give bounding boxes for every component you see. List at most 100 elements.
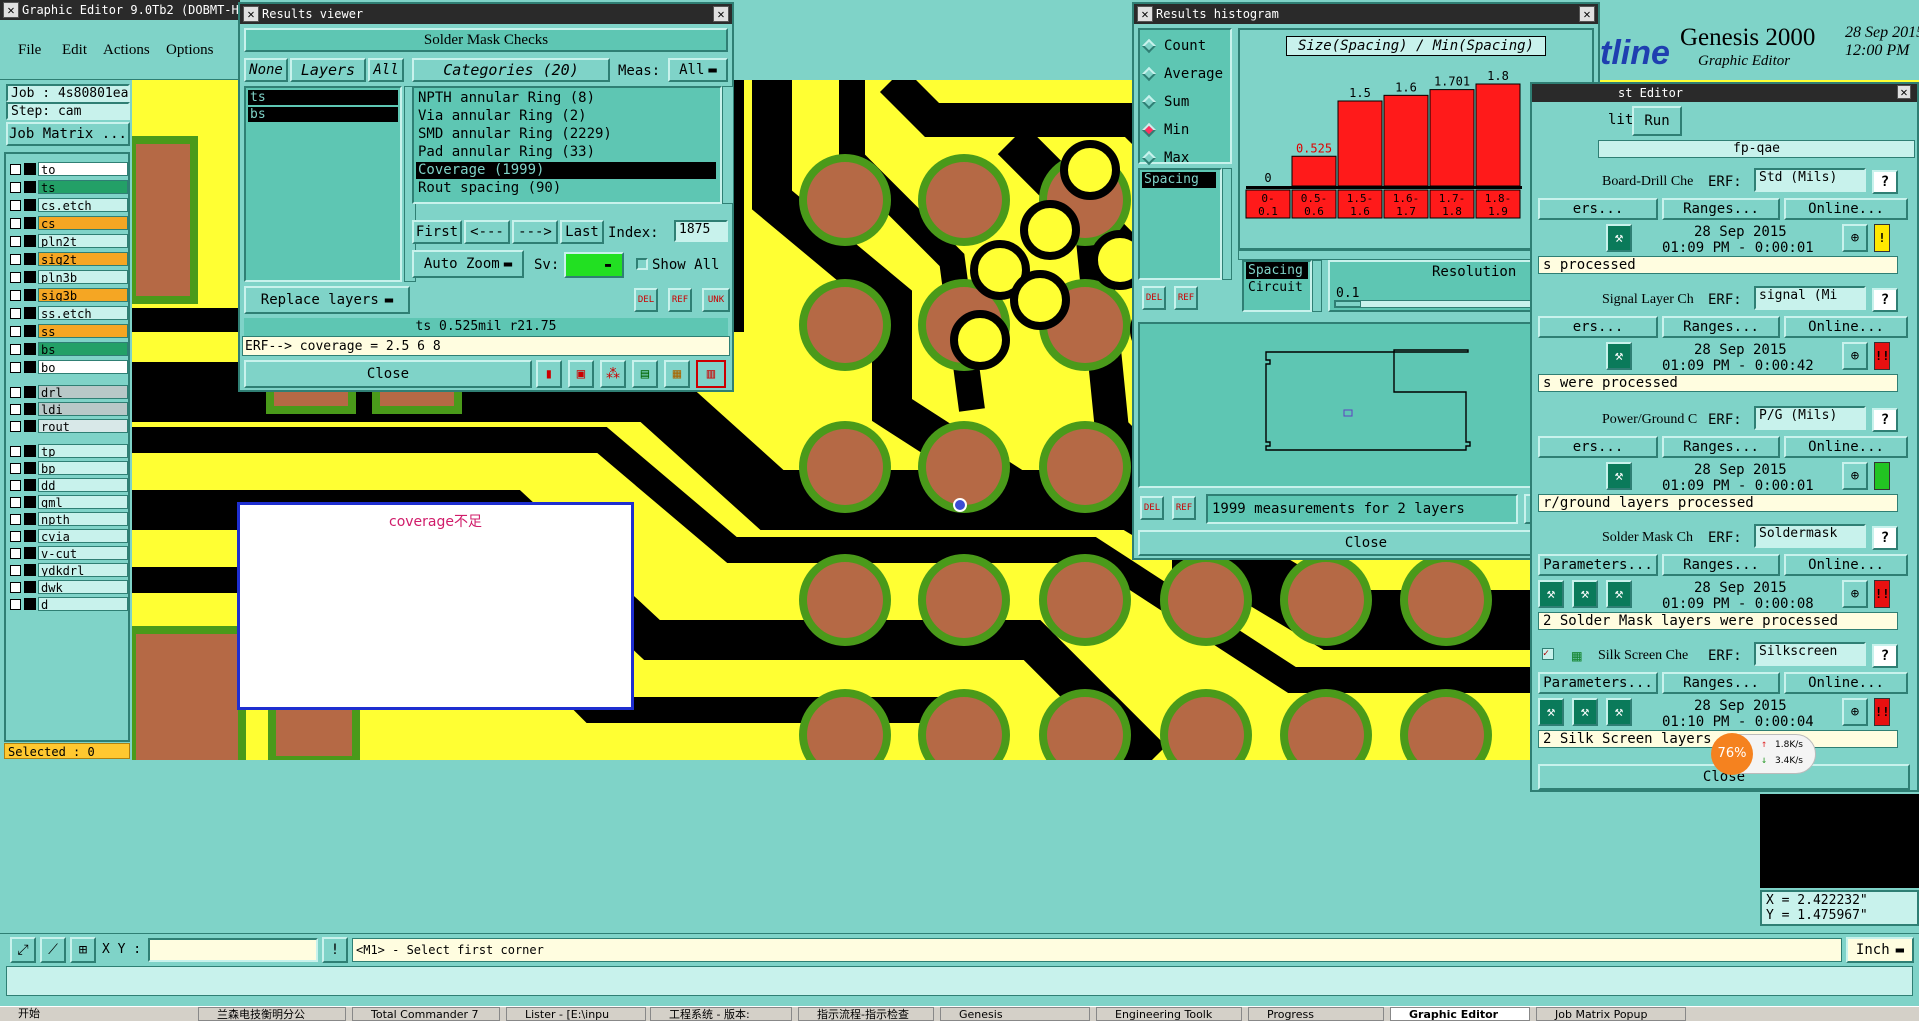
layer-checkbox[interactable] (10, 581, 21, 593)
layer-row-rout[interactable]: rout (10, 419, 128, 433)
layer-name[interactable]: dd (38, 478, 128, 492)
ranges-button[interactable]: Ranges... (1662, 198, 1780, 220)
histogram-bar[interactable] (1383, 94, 1429, 187)
layer-checkbox[interactable] (10, 163, 21, 175)
layer-row-ss[interactable]: ss (10, 324, 128, 338)
menu-options[interactable]: Options (166, 42, 214, 59)
layer-checkbox[interactable] (10, 420, 21, 432)
layer-name[interactable]: gml (38, 495, 128, 509)
checklist-run-button[interactable]: Run (1632, 106, 1682, 136)
layer-name[interactable]: tp (38, 444, 128, 458)
layer-checkbox[interactable] (10, 403, 21, 415)
taskbar-item[interactable]: 工程系统 - 版本: (650, 1007, 792, 1021)
layer-checkbox[interactable] (10, 462, 21, 474)
check-name[interactable]: Power/Ground C (1602, 412, 1697, 428)
type-list-scrollbar[interactable] (1312, 260, 1322, 312)
run-check-icon[interactable]: ⚒ (1572, 698, 1598, 726)
stat-option-count[interactable]: Count (1141, 36, 1206, 56)
layer-name[interactable]: ydkdrl (38, 563, 128, 577)
window-menu-icon[interactable]: ✕ (1137, 6, 1153, 22)
zoom-in-icon[interactable]: ⊕ (1842, 580, 1868, 608)
layer-row-pln3b[interactable]: pln3b (10, 270, 128, 284)
layer-row-ldi[interactable]: ldi (10, 402, 128, 416)
help-button[interactable]: ? (1872, 644, 1898, 668)
ranges-button[interactable]: Ranges... (1662, 554, 1780, 576)
replace-layers-select[interactable]: Replace layers ▬ (244, 286, 410, 314)
layer-checkbox[interactable] (10, 361, 21, 373)
layer-row-ts[interactable]: ts (10, 180, 128, 194)
category-item[interactable]: Coverage (1999) (416, 162, 716, 179)
taskbar-item[interactable]: 兰森电技衡明分公 (198, 1007, 346, 1021)
erf-field[interactable]: Std (Mils) (1754, 168, 1866, 192)
layer-checkbox[interactable] (10, 181, 21, 193)
layer-checkbox[interactable] (10, 253, 21, 265)
layer-row-cs[interactable]: cs (10, 216, 128, 230)
radio-icon[interactable] (1141, 150, 1157, 166)
run-check-icon[interactable]: ⚒ (1538, 580, 1564, 608)
taskbar-item[interactable]: Job Matrix Popup (1536, 1007, 1686, 1021)
rv-layer-list[interactable]: ts bs (244, 86, 402, 282)
layer-checkbox[interactable] (10, 547, 21, 559)
erf-field[interactable]: P/G (Mils) (1754, 406, 1866, 430)
layer-name[interactable]: d (38, 597, 128, 611)
stat-option-average[interactable]: Average (1141, 64, 1223, 84)
taskbar-item[interactable]: Lister - [E:\inpu (506, 1007, 646, 1021)
zoom-fit-icon[interactable]: ⤢ (10, 937, 36, 963)
erf-field[interactable]: Soldermask (1754, 524, 1866, 548)
layer-name[interactable]: pln3b (38, 270, 128, 284)
taskbar-item[interactable]: 指示流程-指示检查 (798, 1007, 934, 1021)
layer-checkbox[interactable] (10, 445, 21, 457)
layer-checkbox[interactable] (10, 496, 21, 508)
hist-del-button[interactable]: DEL (1142, 286, 1166, 310)
layer-name[interactable]: sig3b (38, 288, 128, 302)
zoom-in-icon[interactable]: ⊕ (1842, 224, 1868, 252)
run-check-icon[interactable]: ⚒ (1538, 698, 1564, 726)
layer-row-sig2t[interactable]: sig2t (10, 252, 128, 266)
prev-button[interactable]: <--- (464, 220, 510, 244)
all-layers-button[interactable]: All (368, 58, 404, 82)
check-name[interactable]: Board-Drill Che (1602, 174, 1693, 190)
run-check-icon[interactable]: ⚒ (1606, 224, 1632, 252)
layers-button[interactable]: Layers (290, 58, 366, 82)
help-button[interactable]: ? (1872, 526, 1898, 550)
sv-select[interactable]: ▬ (564, 252, 624, 278)
layer-row-cs.etch[interactable]: cs.etch (10, 198, 128, 212)
params-button[interactable]: ers... (1538, 198, 1658, 220)
zoom-in-icon[interactable]: ⊕ (1842, 462, 1868, 490)
rv-category-scrollbar[interactable] (722, 86, 734, 204)
layer-row-to[interactable]: to (10, 162, 128, 176)
layer-row-ss.etch[interactable]: ss.etch (10, 306, 128, 320)
layer-row-bo[interactable]: bo (10, 360, 128, 374)
layer-row-v-cut[interactable]: v-cut (10, 546, 128, 560)
ranges-button[interactable]: Ranges... (1662, 316, 1780, 338)
category-item[interactable]: Pad annular Ring (33) (416, 144, 716, 161)
layer-row-gml[interactable]: gml (10, 495, 128, 509)
preview-pane[interactable] (1138, 322, 1594, 488)
layer-checkbox[interactable] (10, 479, 21, 491)
layer-name[interactable]: ldi (38, 402, 128, 416)
help-button[interactable]: ? (1872, 408, 1898, 432)
close-icon[interactable]: ✕ (713, 6, 729, 22)
slider-thumb[interactable] (1335, 301, 1361, 307)
unit-select[interactable]: Inch ▬ (1846, 937, 1914, 963)
layer-checkbox[interactable] (10, 235, 21, 247)
layer-row-npth[interactable]: npth (10, 512, 128, 526)
menu-edit[interactable]: Edit (62, 42, 87, 59)
layer-row-sig3b[interactable]: sig3b (10, 288, 128, 302)
check-name[interactable]: Signal Layer Ch (1602, 292, 1694, 308)
category-item[interactable]: Via annular Ring (2) (416, 108, 716, 125)
layer-name[interactable]: cvia (38, 529, 128, 543)
params-button[interactable]: Parameters... (1538, 672, 1658, 694)
layer-row-pln2t[interactable]: pln2t (10, 234, 128, 248)
histogram-list-scrollbar[interactable] (1222, 168, 1232, 280)
layer-name[interactable]: pln2t (38, 234, 128, 248)
layer-checkbox[interactable] (10, 598, 21, 610)
layer-checkbox[interactable] (10, 271, 21, 283)
layer-row-drl[interactable]: drl (10, 385, 128, 399)
report-icon[interactable]: ▦ (664, 360, 690, 388)
layer-name[interactable]: drl (38, 385, 128, 399)
preview-ref-button[interactable]: REF (1172, 496, 1196, 520)
run-check-icon[interactable]: ⚒ (1606, 580, 1632, 608)
info-icon[interactable]: ! (322, 937, 348, 963)
layer-name[interactable]: npth (38, 512, 128, 526)
